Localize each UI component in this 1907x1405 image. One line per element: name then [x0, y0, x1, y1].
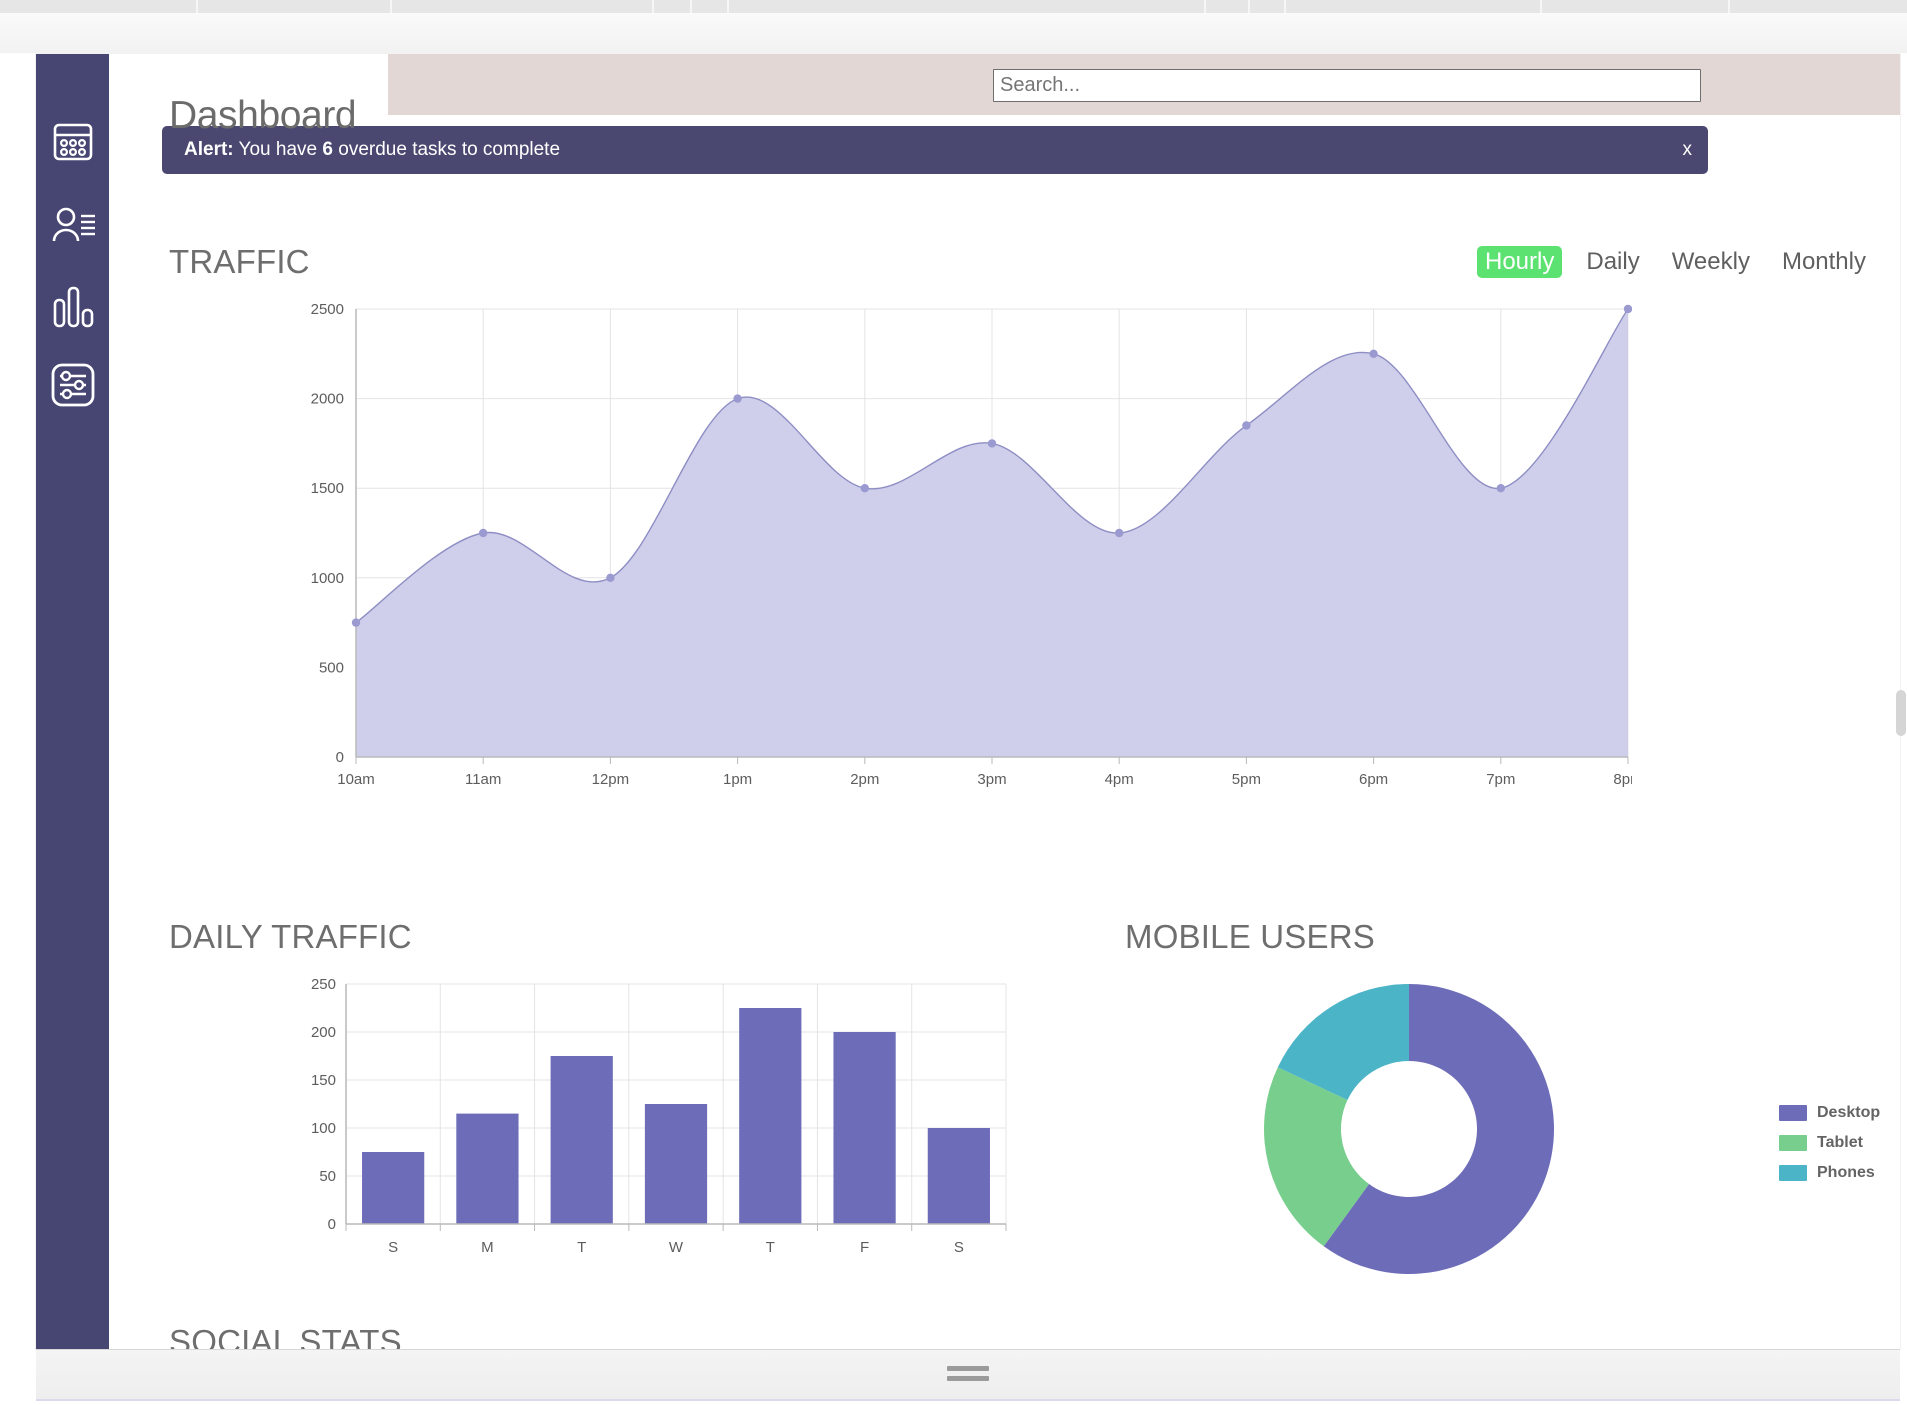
svg-text:100: 100 [311, 1120, 336, 1137]
legend-swatch-phones [1779, 1164, 1807, 1181]
window-title-bar [0, 13, 1907, 53]
user-list-icon [50, 205, 96, 245]
svg-text:50: 50 [319, 1168, 336, 1185]
traffic-area-chart[interactable]: 0 500 1000 1500 2000 2500 10am 11am 12pm 1pm 2pm 3p… [302, 297, 1632, 917]
daily-traffic-bar-chart[interactable]: 0 50 100 150 200 250 S M T W T F S [302, 974, 1012, 1304]
page-title: Dashboard [169, 94, 357, 138]
section-title-mobile-users: MOBILE USERS [1125, 918, 1375, 955]
svg-text:T: T [577, 1239, 586, 1256]
tab-hourly[interactable]: Hourly [1477, 246, 1563, 278]
main-content: Dashboard Alert: You have 6 overdue task… [109, 54, 1900, 1349]
svg-text:10am: 10am [337, 771, 375, 788]
sidebar-item-settings[interactable] [36, 347, 109, 423]
svg-text:500: 500 [319, 659, 344, 676]
svg-text:0: 0 [328, 1216, 336, 1233]
page-scrollbar-thumb[interactable] [1896, 690, 1906, 736]
svg-text:T: T [766, 1239, 775, 1256]
svg-text:250: 250 [311, 976, 336, 993]
legend-label-desktop: Desktop [1817, 1103, 1881, 1121]
resize-grip-handle[interactable] [947, 1366, 989, 1386]
svg-text:1000: 1000 [311, 570, 344, 587]
search-input[interactable] [993, 69, 1701, 102]
sidebar-item-calendar[interactable] [36, 104, 109, 180]
legend-item-phones[interactable]: Phones [1779, 1164, 1880, 1181]
os-menu-bar [0, 0, 1907, 13]
alert-banner: Alert: You have 6 overdue tasks to compl… [162, 126, 1708, 174]
traffic-range-tabs: Hourly Daily Weekly Monthly [1477, 246, 1874, 278]
svg-text:6pm: 6pm [1359, 771, 1388, 788]
svg-text:1pm: 1pm [723, 771, 752, 788]
calendar-icon [53, 123, 93, 161]
donut-legend: Desktop Tablet Phones [1779, 1104, 1880, 1194]
svg-text:3pm: 3pm [977, 771, 1006, 788]
sidebar-item-analytics[interactable] [36, 269, 109, 345]
bar-chart-icon [52, 286, 94, 328]
svg-text:150: 150 [311, 1072, 336, 1089]
legend-item-desktop[interactable]: Desktop [1779, 1104, 1880, 1121]
svg-text:7pm: 7pm [1486, 771, 1515, 788]
svg-text:S: S [954, 1239, 964, 1256]
sidebar-item-users[interactable] [36, 187, 109, 263]
svg-text:2000: 2000 [311, 391, 344, 408]
legend-item-tablet[interactable]: Tablet [1779, 1134, 1880, 1151]
svg-text:11am: 11am [465, 771, 501, 788]
svg-text:0: 0 [336, 749, 344, 766]
section-title-traffic: TRAFFIC [169, 243, 310, 280]
svg-text:200: 200 [311, 1024, 336, 1041]
section-title-social-stats: SOCIAL STATS [169, 1323, 402, 1349]
svg-text:5pm: 5pm [1232, 771, 1261, 788]
svg-text:2500: 2500 [311, 301, 344, 318]
alert-message: Alert: You have 6 overdue tasks to compl… [184, 139, 560, 161]
app-window: Dashboard Alert: You have 6 overdue task… [36, 54, 1900, 1349]
legend-label-phones: Phones [1817, 1163, 1875, 1181]
legend-label-tablet: Tablet [1817, 1133, 1863, 1151]
alert-text-after: overdue tasks to complete [332, 139, 561, 160]
tab-weekly[interactable]: Weekly [1664, 246, 1758, 278]
sliders-icon [51, 363, 95, 407]
svg-text:2pm: 2pm [850, 771, 879, 788]
svg-text:F: F [860, 1239, 869, 1256]
svg-text:W: W [669, 1239, 684, 1256]
legend-swatch-tablet [1779, 1134, 1807, 1151]
tab-daily[interactable]: Daily [1578, 246, 1647, 278]
svg-text:8pm: 8pm [1613, 771, 1632, 788]
svg-text:1500: 1500 [311, 480, 344, 497]
alert-close-button[interactable]: x [1683, 139, 1693, 161]
alert-text-before: You have [233, 139, 323, 160]
alert-prefix: Alert: [184, 139, 234, 160]
alert-count: 6 [322, 139, 333, 160]
sidebar [36, 54, 109, 1349]
svg-text:S: S [388, 1239, 398, 1256]
svg-text:12pm: 12pm [592, 771, 630, 788]
tab-monthly[interactable]: Monthly [1774, 246, 1874, 278]
window-resize-bar [36, 1349, 1900, 1401]
legend-swatch-desktop [1779, 1104, 1807, 1121]
section-title-daily-traffic: DAILY TRAFFIC [169, 918, 412, 955]
svg-text:M: M [481, 1239, 494, 1256]
svg-text:4pm: 4pm [1105, 771, 1134, 788]
mobile-users-donut-chart[interactable]: Desktop Tablet Phones [1249, 959, 1899, 1309]
